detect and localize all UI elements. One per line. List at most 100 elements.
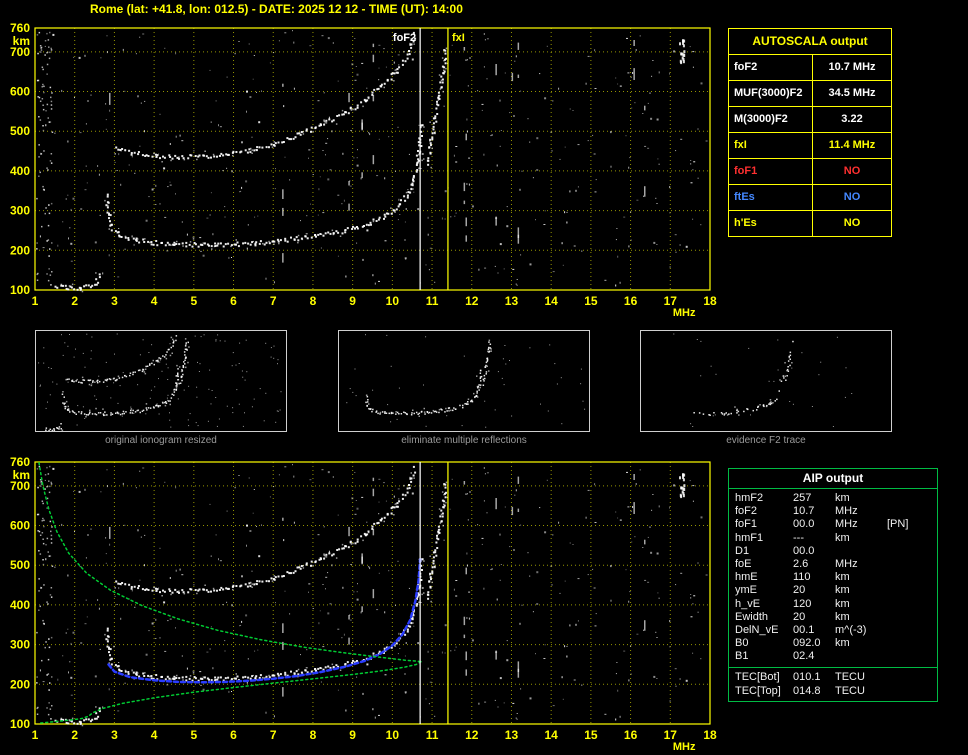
svg-text:2: 2 bbox=[71, 294, 78, 308]
aip-unit: km bbox=[835, 492, 850, 504]
aip-unit: km bbox=[835, 584, 850, 597]
svg-text:11: 11 bbox=[426, 294, 439, 308]
autoscala-row-ftes: ftEs NO bbox=[729, 185, 891, 211]
aip-unit: TECU bbox=[835, 684, 865, 697]
aip-row-hmf1: hmF1 --- km bbox=[729, 532, 937, 545]
aip-extra bbox=[887, 492, 937, 505]
aip-label: foF1 bbox=[735, 518, 758, 531]
autoscala-row-fof1: foF1 NO bbox=[729, 159, 891, 185]
svg-text:9: 9 bbox=[349, 728, 356, 742]
param-label: h'Es bbox=[729, 211, 813, 236]
aip-extra bbox=[887, 637, 937, 650]
aip-output-table: AIP output hmF2 257 km foF2 10.7 MHz foF1 00.0 M… bbox=[728, 468, 938, 702]
svg-text:6: 6 bbox=[230, 728, 237, 742]
svg-text:2: 2 bbox=[71, 728, 78, 742]
aip-extra bbox=[887, 532, 937, 545]
svg-text:MHz: MHz bbox=[673, 307, 696, 319]
aip-label: TEC[Top] bbox=[735, 684, 781, 697]
thumbnail-evidence-f2-trace bbox=[640, 330, 892, 432]
svg-text:fxI: fxI bbox=[452, 32, 465, 44]
aip-row-foe: foE 2.6 MHz bbox=[729, 558, 937, 571]
aip-unit: km bbox=[835, 610, 850, 623]
aip-unit: MHz bbox=[835, 505, 858, 518]
aip-label: ymE bbox=[735, 584, 757, 597]
svg-text:18: 18 bbox=[703, 728, 717, 742]
svg-text:1: 1 bbox=[32, 294, 39, 308]
svg-text:600: 600 bbox=[10, 85, 30, 99]
aip-value: 00.0 bbox=[793, 518, 815, 531]
param-value: NO bbox=[843, 217, 861, 229]
aip-value: 00.0 bbox=[793, 544, 815, 557]
svg-text:4: 4 bbox=[151, 294, 158, 308]
svg-text:12: 12 bbox=[465, 728, 479, 742]
aip-value: 02.4 bbox=[793, 650, 815, 663]
svg-text:100: 100 bbox=[10, 283, 30, 297]
autoscala-row-h-es: h'Es NO bbox=[729, 211, 891, 236]
svg-text:500: 500 bbox=[10, 558, 30, 572]
aip-label: DelN_vE bbox=[735, 624, 779, 637]
svg-text:12: 12 bbox=[465, 294, 479, 308]
aip-extra bbox=[887, 584, 937, 597]
aip-table-title: AIP output bbox=[729, 469, 937, 489]
thumbnail-2-caption: evidence F2 trace bbox=[726, 435, 806, 446]
svg-text:300: 300 bbox=[10, 204, 30, 218]
svg-text:500: 500 bbox=[10, 124, 30, 138]
param-value: NO bbox=[843, 165, 861, 177]
aip-label: foF2 bbox=[735, 505, 758, 518]
aip-extra: [PN] bbox=[887, 518, 909, 531]
aip-value: 110 bbox=[793, 571, 811, 584]
svg-text:km: km bbox=[13, 34, 30, 48]
aip-value: 014.8 bbox=[793, 684, 821, 697]
aip-unit: km bbox=[835, 597, 850, 610]
svg-text:foF2: foF2 bbox=[393, 32, 416, 44]
svg-text:4: 4 bbox=[151, 728, 158, 742]
aip-row-h-ve: h_vE 120 km bbox=[729, 598, 937, 611]
svg-text:17: 17 bbox=[664, 728, 678, 742]
svg-text:14: 14 bbox=[544, 728, 558, 742]
aip-extra bbox=[887, 611, 937, 624]
aip-label: hmF1 bbox=[735, 531, 764, 544]
svg-text:3: 3 bbox=[111, 728, 118, 742]
thumbnail-eliminate-reflections bbox=[338, 330, 590, 432]
aip-label: foE bbox=[735, 558, 752, 571]
aip-value: 10.7 bbox=[793, 505, 815, 518]
aip-row-fof1: foF1 00.0 MHz [PN] bbox=[729, 518, 937, 531]
bottom-ionogram-plot-with-profile: 100200300400500600700760km1 2 3 4 5 6 7 8 9 10 11 1… bbox=[10, 455, 717, 753]
param-label: foF2 bbox=[729, 55, 813, 80]
aip-value: --- bbox=[793, 531, 804, 544]
aip-row-tec-top-: TEC[Top] 014.8 TECU bbox=[729, 684, 937, 698]
aip-value: 092.0 bbox=[793, 637, 821, 650]
aip-label: hmF2 bbox=[735, 492, 764, 504]
autoscala-row-muf-3000-f2: MUF(3000)F2 34.5 MHz bbox=[729, 81, 891, 107]
svg-text:13: 13 bbox=[505, 728, 519, 742]
autoscala-row-m-3000-f2: M(3000)F2 3.22 bbox=[729, 107, 891, 133]
svg-text:18: 18 bbox=[703, 294, 717, 308]
svg-text:10: 10 bbox=[386, 294, 400, 308]
svg-text:600: 600 bbox=[10, 519, 30, 533]
svg-text:10: 10 bbox=[386, 728, 400, 742]
svg-text:14: 14 bbox=[544, 294, 558, 308]
svg-text:760: 760 bbox=[10, 455, 30, 469]
aip-unit bbox=[835, 545, 887, 558]
param-label: fxI bbox=[729, 133, 813, 158]
autoscala-row-fof2: foF2 10.7 MHz bbox=[729, 55, 891, 81]
aip-row-deln-ve: DelN_vE 00.1 m^(-3) bbox=[729, 624, 937, 637]
aip-label: TEC[Bot] bbox=[735, 670, 780, 683]
svg-text:8: 8 bbox=[310, 728, 317, 742]
svg-text:13: 13 bbox=[505, 294, 519, 308]
aip-row-b0: B0 092.0 km bbox=[729, 637, 937, 650]
param-value: 11.4 MHz bbox=[828, 139, 876, 151]
thumbnail-2-canvas bbox=[673, 333, 853, 427]
svg-text:5: 5 bbox=[190, 294, 197, 308]
aip-row-yme: ymE 20 km bbox=[729, 584, 937, 597]
param-value: 3.22 bbox=[841, 113, 863, 125]
svg-text:400: 400 bbox=[10, 164, 30, 178]
autoscala-output-table: AUTOSCALA output foF2 10.7 MHz MUF(3000)F2… bbox=[728, 28, 892, 237]
aip-extra bbox=[887, 558, 937, 571]
svg-text:15: 15 bbox=[584, 728, 598, 742]
aip-extra bbox=[887, 545, 937, 558]
aip-label: Ewidth bbox=[735, 610, 769, 623]
aip-row-tec-bot-: TEC[Bot] 010.1 TECU bbox=[729, 670, 937, 684]
param-label: foF1 bbox=[729, 159, 813, 184]
aip-extra bbox=[887, 684, 937, 698]
